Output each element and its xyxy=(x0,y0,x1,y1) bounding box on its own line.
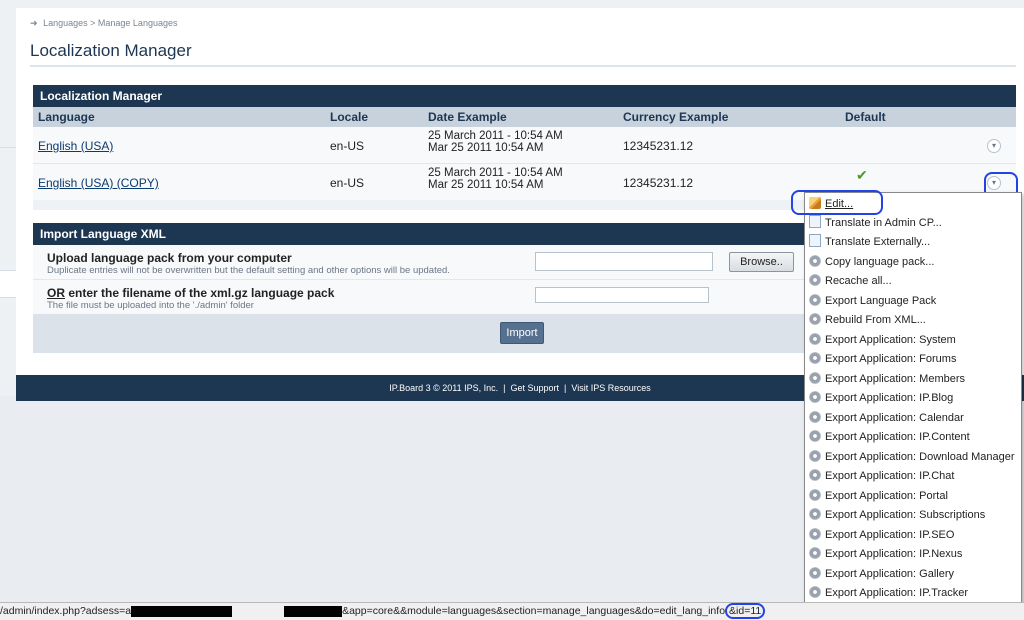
browse-button[interactable]: Browse.. xyxy=(729,252,794,272)
menu-item-export-gallery[interactable]: Export Application: Gallery xyxy=(809,565,954,584)
col-default: Default xyxy=(845,110,886,124)
date-line-1: 25 March 2011 - 10:54 AM xyxy=(428,167,563,179)
footer-ips-resources-link[interactable]: Visit IPS Resources xyxy=(571,383,650,393)
top-strip xyxy=(0,0,1024,8)
breadcrumb-separator: > xyxy=(90,18,96,28)
table-row: English (USA) en-US 25 March 2011 - 10:5… xyxy=(33,127,1016,164)
breadcrumb-item-manage[interactable]: Manage Languages xyxy=(98,18,178,28)
gear-icon xyxy=(809,391,821,403)
filename-description: The file must be uploaded into the './ad… xyxy=(47,300,254,311)
footer-get-support-link[interactable]: Get Support xyxy=(510,383,559,393)
menu-item-export-tracker[interactable]: Export Application: IP.Tracker xyxy=(809,584,968,603)
gear-icon xyxy=(809,489,821,501)
default-check-icon: ✔ xyxy=(856,167,868,183)
gear-icon xyxy=(809,333,821,345)
col-language: Language xyxy=(38,110,95,124)
date-line-2: Mar 25 2011 10:54 AM xyxy=(428,142,544,154)
filename-input[interactable] xyxy=(535,287,709,303)
gear-icon xyxy=(809,372,821,384)
menu-item-translate-admin[interactable]: Translate in Admin CP... xyxy=(809,214,942,233)
col-locale: Locale xyxy=(330,110,369,124)
menu-item-export-subscriptions[interactable]: Export Application: Subscriptions xyxy=(809,506,985,525)
gear-icon xyxy=(809,586,821,598)
footer-copyright: IP.Board 3 © 2011 IPS, Inc. xyxy=(389,383,499,393)
gear-icon xyxy=(809,567,821,579)
gear-icon xyxy=(809,450,821,462)
date-line-2: Mar 25 2011 10:54 AM xyxy=(428,179,544,191)
locale-value: en-US xyxy=(330,139,365,153)
menu-item-export-members[interactable]: Export Application: Members xyxy=(809,370,965,389)
col-currency-example: Currency Example xyxy=(623,110,729,124)
table-header: Language Locale Date Example Currency Ex… xyxy=(33,107,1016,127)
page-icon xyxy=(809,215,821,228)
row-options-menu: Edit... Translate in Admin CP... Transla… xyxy=(804,192,1022,604)
menu-item-export-pack[interactable]: Export Language Pack xyxy=(809,292,936,311)
gear-icon xyxy=(809,430,821,442)
gear-icon xyxy=(809,255,821,267)
currency-value: 12345231.12 xyxy=(623,139,694,153)
date-example: 25 March 2011 - 10:54 AM Mar 25 2011 10:… xyxy=(428,130,563,154)
filename-label: OR enter the filename of the xml.gz lang… xyxy=(47,286,334,300)
highlight-edit-item xyxy=(791,190,883,215)
breadcrumb-item-languages[interactable]: Languages xyxy=(43,18,88,28)
status-url-middle: &app=core&&module=languages&section=mana… xyxy=(342,605,726,617)
menu-item-recache[interactable]: Recache all... xyxy=(809,272,892,291)
import-button[interactable]: Import xyxy=(500,322,544,344)
language-link[interactable]: English (USA) (COPY) xyxy=(38,176,159,190)
gear-icon xyxy=(809,274,821,286)
or-word: OR xyxy=(47,286,65,300)
footer-sep: | xyxy=(564,383,567,393)
status-url-suffix: &id=11 xyxy=(725,603,766,619)
gear-icon xyxy=(809,469,821,481)
menu-item-export-seo[interactable]: Export Application: IP.SEO xyxy=(809,526,954,545)
locale-value: en-US xyxy=(330,176,365,190)
left-notch xyxy=(0,270,16,298)
upload-description: Duplicate entries will not be overwritte… xyxy=(47,265,450,276)
menu-item-export-downloads[interactable]: Export Application: Download Manager xyxy=(809,448,1015,467)
menu-item-copy-pack[interactable]: Copy language pack... xyxy=(809,253,934,272)
left-divider xyxy=(0,147,16,148)
gear-icon xyxy=(809,411,821,423)
currency-value: 12345231.12 xyxy=(623,176,694,190)
left-gutter xyxy=(0,0,16,396)
gear-icon xyxy=(809,547,821,559)
status-url-prefix: /admin/index.php?adsess=a xyxy=(0,605,132,617)
menu-item-rebuild[interactable]: Rebuild From XML... xyxy=(809,311,926,330)
breadcrumb: ➜ Languages > Manage Languages xyxy=(30,18,177,29)
gear-icon xyxy=(809,294,821,306)
gear-icon xyxy=(809,508,821,520)
breadcrumb-arrow-icon: ➜ xyxy=(30,18,38,28)
menu-item-export-calendar[interactable]: Export Application: Calendar xyxy=(809,409,964,428)
col-date-example: Date Example xyxy=(428,110,507,124)
status-bar: /admin/index.php?adsess=a &app=core&&modu… xyxy=(0,602,1024,620)
menu-item-export-system[interactable]: Export Application: System xyxy=(809,331,956,350)
upload-file-input[interactable] xyxy=(535,252,713,271)
menu-item-export-nexus[interactable]: Export Application: IP.Nexus xyxy=(809,545,962,564)
footer-sep: | xyxy=(503,383,506,393)
redaction-bar xyxy=(131,605,233,617)
redaction-bar xyxy=(284,605,343,617)
menu-item-export-portal[interactable]: Export Application: Portal xyxy=(809,487,948,506)
localization-panel-title: Localization Manager xyxy=(33,85,1016,107)
page-title: Localization Manager xyxy=(30,41,192,60)
menu-item-export-content[interactable]: Export Application: IP.Content xyxy=(809,428,970,447)
language-link[interactable]: English (USA) xyxy=(38,139,113,153)
title-divider xyxy=(30,65,1016,67)
gear-icon xyxy=(809,528,821,540)
upload-label: Upload language pack from your computer xyxy=(47,251,292,265)
filename-label-text: enter the filename of the xml.gz languag… xyxy=(65,286,335,300)
gear-icon xyxy=(809,352,821,364)
menu-item-translate-externally[interactable]: Translate Externally... xyxy=(809,233,930,252)
menu-item-export-forums[interactable]: Export Application: Forums xyxy=(809,350,956,369)
page-icon xyxy=(809,234,821,247)
menu-item-export-blog[interactable]: Export Application: IP.Blog xyxy=(809,389,953,408)
menu-item-export-chat[interactable]: Export Application: IP.Chat xyxy=(809,467,954,486)
gear-icon xyxy=(809,313,821,325)
date-example: 25 March 2011 - 10:54 AM Mar 25 2011 10:… xyxy=(428,167,563,191)
row-options-chevron-icon[interactable]: ▾ xyxy=(987,139,1001,153)
date-line-1: 25 March 2011 - 10:54 AM xyxy=(428,130,563,142)
